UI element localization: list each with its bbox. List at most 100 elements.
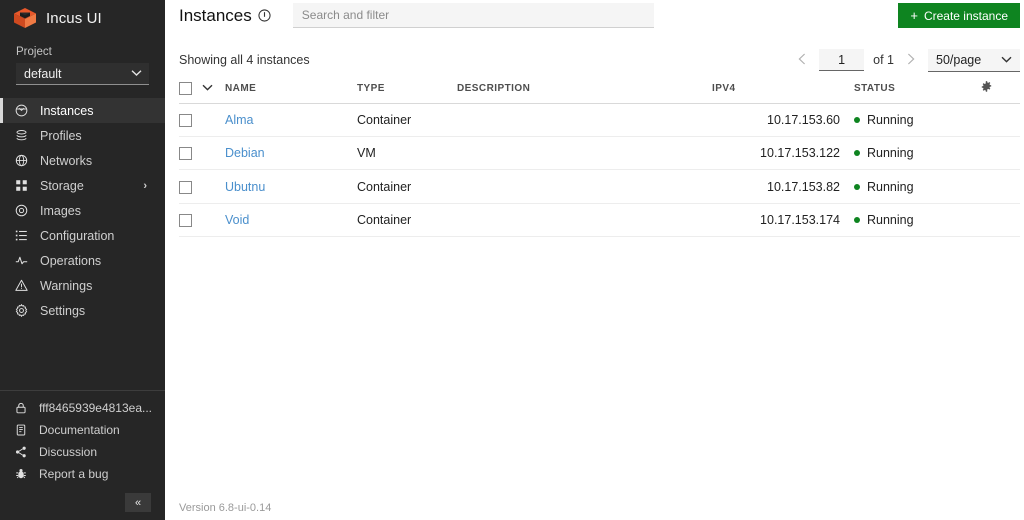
sidebar-footer-item-share[interactable]: Discussion [0,441,165,463]
cell-status: Running [840,203,980,237]
row-checkbox[interactable] [179,180,192,194]
row-select-cell [179,103,225,138]
cell-actions [980,203,1020,237]
sidebar-item-configuration[interactable]: Configuration [0,223,165,248]
column-header-ipv4[interactable]: IPV4 [712,76,840,104]
page-title-text: Instances [179,5,252,25]
cell-name: Alma [225,103,357,138]
storage-icon [14,179,28,193]
sidebar-item-settings[interactable]: Settings [0,298,165,323]
cell-actions [980,103,1020,138]
pagination-prev-button[interactable] [794,53,810,68]
pagination-next-button[interactable] [903,53,919,68]
project-label: Project [16,46,52,58]
chevron-down-icon[interactable] [202,82,213,94]
table-row[interactable]: Alma Container 10.17.153.60 Running [179,103,1020,138]
column-header-status[interactable]: STATUS [840,76,980,104]
select-all-checkbox[interactable] [179,81,192,95]
collapse-sidebar-button[interactable]: « [125,493,151,512]
status-dot-icon [854,183,860,190]
row-select-cell [179,169,225,204]
table-header-row: NAME TYPE DESCRIPTION IPV4 STATUS [179,76,1020,104]
book-icon [14,423,27,437]
chevron-down-icon [1001,54,1012,66]
double-chevron-left-icon: « [134,496,142,509]
chevron-right-icon[interactable]: › [143,180,147,192]
instance-name-link[interactable]: Alma [225,113,253,127]
share-icon [14,445,27,459]
brand-header[interactable]: Incus UI [0,0,165,36]
warnings-icon [14,279,28,293]
project-select-value: default [24,66,62,81]
cell-type: VM [357,136,457,171]
sidebar-item-storage[interactable]: Storage › [0,173,165,198]
info-circle-icon[interactable] [258,9,271,22]
search-input[interactable] [292,3,654,28]
select-all-header [179,76,225,104]
cell-ipv4: 10.17.153.122 [712,136,840,171]
cell-actions [980,136,1020,171]
chevron-down-icon [131,67,142,79]
sidebar-item-label: Profiles [40,128,82,143]
row-checkbox[interactable] [179,213,192,227]
sidebar-footer-item-bug[interactable]: Report a bug [0,463,165,485]
table-row[interactable]: Void Container 10.17.153.174 Running [179,203,1020,237]
profiles-icon [14,129,28,143]
cell-type: Container [357,169,457,204]
table-toolbar: Showing all 4 instances of 1 50/page [179,44,1020,76]
instances-icon [14,104,28,118]
table-head: NAME TYPE DESCRIPTION IPV4 STATUS [179,76,1020,104]
sidebar-item-images[interactable]: Images [0,198,165,223]
settings-icon [14,304,28,318]
incus-cube-logo-icon [13,7,37,29]
primary-navigation: Instances Profiles Networks Storage › Images C… [0,98,165,323]
sidebar-footer: fff8465939e4813ea... Documentation Discuss… [0,390,165,520]
collapse-sidebar-wrap: « [0,485,165,514]
cell-ipv4: 10.17.153.174 [712,203,840,237]
instance-name-link[interactable]: Void [225,213,249,227]
cell-description [457,103,712,138]
cell-status: Running [840,136,980,171]
sidebar-item-warnings[interactable]: Warnings [0,273,165,298]
sidebar-footer-item-label: fff8465939e4813ea... [39,401,153,415]
status-label: Running [867,146,914,161]
column-header-description[interactable]: DESCRIPTION [457,76,712,104]
instance-name-link[interactable]: Ubutnu [225,180,265,194]
sidebar-item-networks[interactable]: Networks [0,148,165,173]
networks-icon [14,154,28,168]
status-dot-icon [854,216,860,223]
sidebar-footer-item-book[interactable]: Documentation [0,419,165,441]
gear-icon[interactable] [980,80,993,93]
column-header-type[interactable]: TYPE [357,76,457,104]
instance-name-link[interactable]: Debian [225,146,265,160]
pagination-page-input[interactable] [819,49,865,71]
sidebar-item-instances[interactable]: Instances [0,98,165,123]
create-instance-button[interactable]: + Create instance [898,3,1020,28]
row-checkbox[interactable] [179,114,192,128]
cell-description [457,203,712,237]
row-checkbox[interactable] [179,147,192,161]
pagination-total-label: of 1 [873,53,894,67]
instances-table: NAME TYPE DESCRIPTION IPV4 STATUS Alma C… [179,76,1020,237]
project-select[interactable]: default [16,63,149,85]
status-label: Running [867,113,914,128]
sidebar-footer-item-lock[interactable]: fff8465939e4813ea... [0,397,165,419]
sidebar-item-label: Configuration [40,228,115,243]
page-size-select[interactable]: 50/page [928,48,1020,72]
cell-name: Ubutnu [225,169,357,204]
column-header-name[interactable]: NAME [225,76,357,104]
sidebar-item-profiles[interactable]: Profiles [0,123,165,148]
cell-type: Container [357,203,457,237]
configuration-icon [14,229,28,243]
row-select-cell [179,203,225,237]
status-label: Running [867,179,914,194]
status-dot-icon [854,117,860,124]
sidebar-item-label: Instances [40,103,94,118]
sidebar-divider [0,390,165,391]
cell-actions [980,169,1020,204]
table-body: Alma Container 10.17.153.60 Running Debian VM… [179,103,1020,237]
table-row[interactable]: Ubutnu Container 10.17.153.82 Running [179,169,1020,204]
table-row[interactable]: Debian VM 10.17.153.122 Running [179,136,1020,171]
sidebar-item-operations[interactable]: Operations [0,248,165,273]
cell-status: Running [840,103,980,138]
